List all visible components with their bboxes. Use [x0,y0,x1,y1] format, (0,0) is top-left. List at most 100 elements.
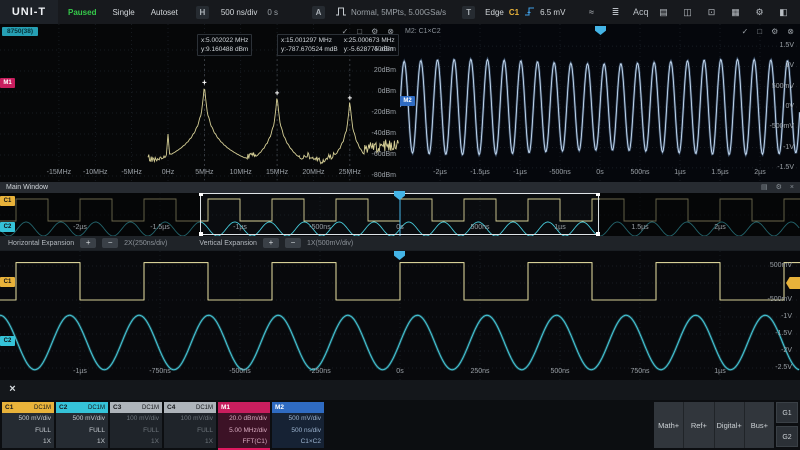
measure-icon[interactable]: ≣ [609,7,622,18]
m2-window-label: M2: C1×C2 [405,28,441,35]
v-expand-minus-button[interactable]: − [285,238,301,248]
zoom-plot [0,251,800,381]
peak-marker [348,96,352,100]
m2-close-window-icon[interactable]: ⊗ [787,27,794,36]
zoom-window: C1 C2 -1µs-750ns-500ns-250ns0s250ns500ns… [0,250,800,381]
settings-gear-icon[interactable]: ⚙ [753,7,766,18]
pulse-icon [335,6,347,19]
m1-channel-tag[interactable]: M1 [0,78,15,88]
display-split-icon[interactable]: ◧ [777,7,790,18]
timebase-value[interactable]: 500 ns/div [221,8,257,17]
main-grid-icon[interactable]: ▤ [761,182,768,193]
channel-box-c3[interactable]: C3DC1M100 mV/divFULL1X [110,402,162,448]
m2-window-controls: ✓ □ ⚙ ⊗ [742,27,794,36]
channel-setting-row: 500 ns/div [272,426,324,436]
channel-setting-row: 500 mV/div [56,414,108,424]
add-source-buttons: Math+Ref+Digital+Bus+ [654,402,774,448]
channel-id: C2 [59,404,67,411]
trigger-source[interactable]: C1 [509,8,519,17]
m2-window-settings-icon[interactable]: ⚙ [771,27,778,36]
exit-multiview-button[interactable]: × [5,382,20,397]
toolbar-icon-group: ≈ ≣ Acq ▤ ◫ ⊡ ▦ ⚙ ◧ [585,7,800,18]
selection-handle[interactable] [596,193,600,196]
save-icon[interactable]: ◫ [681,7,694,18]
main-close-window-icon[interactable]: × [790,182,794,193]
channel-details: 20.0 dBm/div5.00 MHz/divFFT(C1) [218,413,270,448]
c2-channel-tag[interactable]: C2 [0,336,15,346]
print-icon[interactable]: ▤ [657,7,670,18]
cursor-icon[interactable]: ≈ [585,7,598,17]
brand-logo: UNI-T [0,0,58,24]
m2-confirm-icon[interactable]: ✓ [742,27,749,36]
channel-header-c1[interactable]: C1DC1M [2,402,54,413]
channel-id: C1 [5,404,13,411]
fft-window: 8750(38) ✓□⚙⊗ M1 x:5.002022 MHz y:9.1604… [0,24,401,182]
channel-setting-row: 100 mV/div [164,414,216,424]
channel-setting-row: 1X [164,437,216,447]
g2-button[interactable]: G2 [776,426,798,447]
m2-maximize-icon[interactable]: □ [757,27,762,36]
trigger-mode[interactable]: Edge [485,8,504,17]
selection-handle[interactable] [199,193,203,196]
vertical-expansion-label: Vertical Expansion [199,240,257,247]
marker1-x: x:5.002022 MHz [201,36,248,45]
c1-channel-tag[interactable]: C1 [0,196,15,206]
channel-box-m1[interactable]: M1 20.0 dBm/div5.00 MHz/divFFT(C1) [218,402,270,448]
channel-details: 100 mV/div FULL1X [164,413,216,448]
run-status[interactable]: Paused [68,8,96,17]
channel-details: 100 mV/divFULL1X [110,413,162,448]
channel-id: C3 [113,404,121,411]
autoset-button[interactable]: Autoset [151,8,178,17]
channel-setting-row: 1X [56,437,108,447]
channel-box-c1[interactable]: C1DC1M500 mV/divFULL1X [2,402,54,448]
m2-channel-tag[interactable]: M2 [400,96,415,106]
trigger-key[interactable]: T [462,6,475,19]
bus-add-button[interactable]: Bus+ [744,402,774,448]
horizontal-offset[interactable]: 0 s [267,8,278,17]
channel-box-c4[interactable]: C4DC1M100 mV/div FULL1X [164,402,216,448]
channel-header-m1[interactable]: M1 [218,402,270,413]
dim-overlay-left [0,193,200,236]
single-button[interactable]: Single [112,8,134,17]
peak-marker [202,80,206,84]
acquire-button[interactable]: Acq [633,7,646,17]
channel-setting-row: FULL [110,426,162,436]
channel-setting-row: 500 mV/div [2,414,54,424]
channel-header-c2[interactable]: C2 DC1M [56,402,108,413]
trigger-level[interactable]: 6.5 mV [540,8,565,17]
acquire-key[interactable]: A [312,6,325,19]
math-add-button[interactable]: Math+ [654,402,683,448]
channel-coupling: DC1M [88,405,105,411]
v-expand-plus-button[interactable]: + [263,238,279,248]
utility-icon[interactable]: ▦ [729,7,742,18]
acquire-info[interactable]: Normal, 5MPts, 5.00GSa/s [351,8,446,17]
ref-add-button[interactable]: Ref+ [683,402,713,448]
digital-add-button[interactable]: Digital+ [714,402,744,448]
main-window-header-icons: ▤ ⚙ × [761,182,794,193]
channel-box-m2[interactable]: M2500 mV/div500 ns/divC1×C2 [272,402,324,448]
channel-setting-row: FULL [164,426,216,436]
g1-button[interactable]: G1 [776,402,798,423]
top-toolbar: UNI-T Paused Single Autoset H 500 ns/div… [0,0,800,25]
g-buttons: G1G2 [776,402,798,450]
channel-box-c2[interactable]: C2DC1M500 mV/divFULL1X [56,402,108,448]
channel-header-m2[interactable]: M2 [272,402,324,413]
h-expand-plus-button[interactable]: + [80,238,96,248]
frame-rate-badge: 8750(38) [2,27,38,36]
channel-details: 500 mV/div500 ns/divC1×C2 [272,413,324,448]
v-expansion-value: 1X(500mV/div) [307,240,353,247]
trigger-slope-icon [524,6,537,19]
horizontal-key[interactable]: H [196,6,209,19]
channel-id: M1 [221,404,230,411]
c1-channel-tag[interactable]: C1 [0,277,15,287]
h-expansion-value: 2X(250ns/div) [124,240,167,247]
fullscreen-icon[interactable]: ⊡ [705,7,718,18]
channel-header-c4[interactable]: C4DC1M [164,402,216,413]
peak-marker [275,91,279,95]
zoom-c1-trace [0,263,800,300]
main-window-settings-icon[interactable]: ⚙ [776,182,782,193]
c2-channel-tag[interactable]: C2 [0,222,15,232]
marker3-x: x:25.000673 MHz [344,36,395,45]
channel-header-c3[interactable]: C3DC1M [110,402,162,413]
h-expand-minus-button[interactable]: − [102,238,118,248]
